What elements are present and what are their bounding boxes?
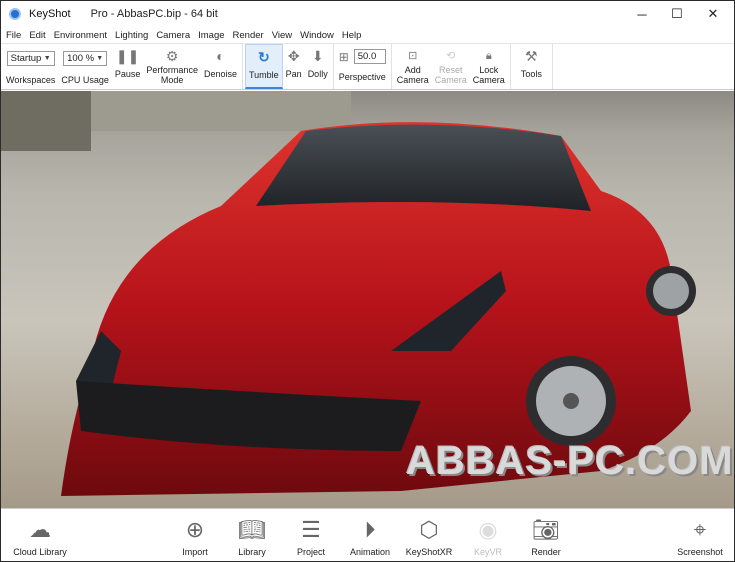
import-icon: ⊕ (185, 517, 205, 542)
reset-camera-label-2: Camera (434, 75, 467, 85)
keyshotxr-cube-icon: ⬡ (419, 517, 439, 542)
maximize-button[interactable]: ☐ (660, 1, 694, 27)
chevron-down-icon: ▼ (43, 54, 51, 62)
perspective-control: ⊞ 50.0 Perspective (336, 44, 389, 89)
watermark-text: ABBAS-PC.COM (406, 439, 734, 483)
fov-value: 50.0 (357, 50, 377, 62)
reset-camera-button[interactable]: ⟲ Reset Camera (432, 44, 470, 89)
tumble-label: Tumble (248, 70, 279, 80)
keyvr-label: KeyVR (473, 547, 502, 557)
keyvr-icon: ◉ (478, 517, 498, 542)
performance-label-1: Performance (146, 65, 198, 75)
menu-help[interactable]: Help (342, 30, 362, 41)
cloud-library-button[interactable]: ☁ Cloud Library (5, 513, 75, 557)
pan-button[interactable]: ✥ Pan (283, 44, 305, 89)
reset-camera-icon: ⟲ (446, 50, 456, 62)
reset-camera-label-1: Reset (439, 65, 463, 75)
project-label: Project (296, 547, 325, 557)
cpu-usage-control: 100 % ▼ CPU Usage (58, 44, 112, 89)
menu-image[interactable]: Image (198, 30, 224, 41)
render-button[interactable]: 📷︎ Render (511, 513, 581, 557)
keyshot-logo-icon (9, 8, 21, 20)
workspaces-control: Startup ▼ Workspaces (3, 44, 58, 89)
keyshot-window: KeyShot Pro - AbbasPC.bip - 64 bit ─ ☐ ✕… (1, 1, 734, 561)
pause-icon: ❚❚ (115, 48, 140, 64)
menu-edit[interactable]: Edit (29, 30, 45, 41)
import-label: Import (182, 547, 208, 557)
render-camera-icon: 📷︎ (532, 517, 560, 542)
performance-icon: ⚙ (165, 48, 179, 64)
menu-file[interactable]: File (6, 30, 21, 41)
pan-label: Pan (285, 69, 302, 79)
animation-play-icon: ⏵ (364, 517, 376, 542)
cpu-usage-dropdown[interactable]: 100 % ▼ (63, 51, 108, 66)
denoise-icon: ◐ (216, 48, 225, 64)
animation-label: Animation (349, 547, 391, 557)
ribbon-toolbar: Startup ▼ Workspaces 100 % ▼ CPU Usage ❚❚ P… (1, 43, 734, 90)
document-title: Pro - AbbasPC.bip - 64 bit (90, 8, 218, 20)
tools-button[interactable]: ⚒ Tools (513, 44, 550, 89)
library-book-icon: 📖︎ (238, 517, 266, 542)
fov-input[interactable]: 50.0 (353, 49, 386, 64)
library-label: Library (238, 547, 266, 557)
workspaces-dropdown[interactable]: Startup ▼ (6, 51, 55, 66)
minimize-button[interactable]: ─ (625, 1, 659, 27)
tumble-button[interactable]: ↻ Tumble (244, 44, 283, 89)
lock-camera-label-1: Lock (479, 65, 499, 75)
cloud-library-label: Cloud Library (13, 547, 67, 557)
menu-window[interactable]: Window (300, 30, 334, 41)
performance-label-2: Mode (160, 75, 184, 85)
pause-label: Pause (114, 69, 141, 79)
pan-icon: ✥ (287, 48, 300, 64)
workspace-value: Startup (10, 52, 42, 64)
menu-environment[interactable]: Environment (54, 30, 107, 41)
dolly-button[interactable]: ⬇ Dolly (305, 44, 331, 89)
menu-lighting[interactable]: Lighting (115, 30, 148, 41)
menu-view[interactable]: View (272, 30, 292, 41)
screenshot-icon: ⌖ (693, 517, 707, 542)
chevron-down-icon: ▼ (96, 54, 104, 62)
lock-camera-button[interactable]: 🔒︎ Lock Camera (470, 44, 508, 89)
tumble-icon: ↻ (257, 49, 270, 65)
tools-label: Tools (520, 69, 542, 79)
app-title: KeyShot (29, 8, 71, 20)
bottom-toolbar: ☁ Cloud Library ⊕ Import 📖︎ Library ☰ Projec… (1, 508, 734, 561)
add-camera-button[interactable]: ⊡ Add Camera (394, 44, 432, 89)
cpu-usage-label: CPU Usage (61, 75, 109, 85)
menu-bar: File Edit Environment Lighting Camera Im… (1, 27, 734, 43)
denoise-label: Denoise (203, 69, 237, 79)
menu-render[interactable]: Render (233, 30, 264, 41)
perspective-label: Perspective (338, 72, 386, 82)
screenshot-label: Screenshot (677, 547, 723, 557)
close-button[interactable]: ✕ (696, 1, 730, 27)
performance-mode-button[interactable]: ⚙ Performance Mode (143, 44, 201, 89)
keyshotxr-label: KeyShotXR (405, 547, 453, 557)
cpu-value: 100 % (67, 52, 95, 64)
project-icon: ☰ (301, 517, 321, 542)
denoise-button[interactable]: ◐ Denoise (201, 44, 240, 89)
add-camera-label-1: Add (404, 65, 421, 75)
lock-camera-label-2: Camera (472, 75, 505, 85)
dolly-arrow-icon: ⬇ (311, 48, 324, 64)
dolly-label: Dolly (307, 69, 328, 79)
pause-button[interactable]: ❚❚ Pause (112, 44, 144, 89)
screenshot-button[interactable]: ⌖ Screenshot (665, 513, 735, 557)
tools-icon: ⚒ (525, 48, 538, 64)
workspaces-label: Workspaces (6, 75, 56, 85)
perspective-icon: ⊞ (338, 49, 349, 64)
render-viewport[interactable]: ABBAS-PC.COM (1, 91, 734, 508)
menu-camera[interactable]: Camera (156, 30, 190, 41)
add-camera-label-2: Camera (396, 75, 429, 85)
lock-camera-icon: 🔒︎ (485, 50, 492, 62)
add-camera-icon: ⊡ (408, 50, 418, 62)
render-label: Render (531, 547, 561, 557)
cloud-library-icon: ☁ (29, 517, 51, 542)
title-bar: KeyShot Pro - AbbasPC.bip - 64 bit ─ ☐ ✕ (1, 1, 734, 27)
